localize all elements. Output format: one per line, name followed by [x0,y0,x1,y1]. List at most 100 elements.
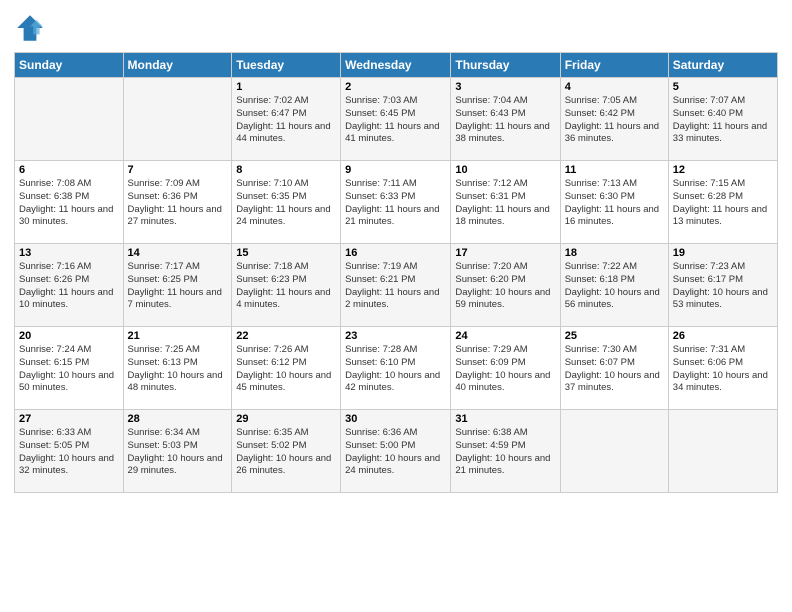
calendar-cell: 16 Sunrise: 7:19 AM Sunset: 6:21 PM Dayli… [341,244,451,327]
calendar-cell: 12 Sunrise: 7:15 AM Sunset: 6:28 PM Dayli… [668,161,777,244]
day-info: Sunrise: 7:28 AM Sunset: 6:10 PM Dayligh… [345,344,446,395]
day-number: 10 [455,164,555,176]
day-number: 27 [19,413,119,425]
day-info: Sunrise: 7:20 AM Sunset: 6:20 PM Dayligh… [455,261,555,312]
day-info: Sunrise: 6:35 AM Sunset: 5:02 PM Dayligh… [236,427,336,478]
calendar-cell: 5Sunrise: 7:07 AM Sunset: 6:40 PM Daylig… [668,78,777,161]
calendar-cell [15,78,124,161]
day-info: Sunrise: 7:03 AM Sunset: 6:45 PM Dayligh… [345,95,446,146]
day-info: Sunrise: 7:10 AM Sunset: 6:35 PM Dayligh… [236,178,336,229]
calendar-header-thursday: Thursday [451,53,560,78]
day-info: Sunrise: 7:05 AM Sunset: 6:42 PM Dayligh… [565,95,664,146]
calendar-cell: 20 Sunrise: 7:24 AM Sunset: 6:15 PM Dayli… [15,327,124,410]
header [14,12,778,44]
day-number: 28 [128,413,228,425]
day-number: 16 [345,247,446,259]
day-info: Sunrise: 7:26 AM Sunset: 6:12 PM Dayligh… [236,344,336,395]
calendar-cell: 29Sunrise: 6:35 AM Sunset: 5:02 PM Dayli… [232,410,341,493]
day-info: Sunrise: 7:22 AM Sunset: 6:18 PM Dayligh… [565,261,664,312]
day-number: 23 [345,330,446,342]
calendar-cell: 10 Sunrise: 7:12 AM Sunset: 6:31 PM Dayli… [451,161,560,244]
day-info: Sunrise: 7:25 AM Sunset: 6:13 PM Dayligh… [128,344,228,395]
calendar-cell: 21 Sunrise: 7:25 AM Sunset: 6:13 PM Dayli… [123,327,232,410]
day-number: 21 [128,330,228,342]
day-info: Sunrise: 7:11 AM Sunset: 6:33 PM Dayligh… [345,178,446,229]
calendar-header-saturday: Saturday [668,53,777,78]
day-number: 8 [236,164,336,176]
calendar-table: SundayMondayTuesdayWednesdayThursdayFrid… [14,52,778,493]
calendar-cell [668,410,777,493]
day-info: Sunrise: 7:23 AM Sunset: 6:17 PM Dayligh… [673,261,773,312]
day-info: Sunrise: 7:19 AM Sunset: 6:21 PM Dayligh… [345,261,446,312]
calendar-cell: 22 Sunrise: 7:26 AM Sunset: 6:12 PM Dayli… [232,327,341,410]
calendar-cell [123,78,232,161]
day-number: 18 [565,247,664,259]
day-number: 30 [345,413,446,425]
day-number: 12 [673,164,773,176]
calendar-cell: 8 Sunrise: 7:10 AM Sunset: 6:35 PM Daylig… [232,161,341,244]
calendar-header-row: SundayMondayTuesdayWednesdayThursdayFrid… [15,53,778,78]
day-number: 14 [128,247,228,259]
calendar-cell: 15 Sunrise: 7:18 AM Sunset: 6:23 PM Dayli… [232,244,341,327]
day-info: Sunrise: 7:18 AM Sunset: 6:23 PM Dayligh… [236,261,336,312]
day-number: 31 [455,413,555,425]
day-info: Sunrise: 6:34 AM Sunset: 5:03 PM Dayligh… [128,427,228,478]
calendar-cell: 6 Sunrise: 7:08 AM Sunset: 6:38 PM Daylig… [15,161,124,244]
day-number: 4 [565,81,664,93]
day-number: 25 [565,330,664,342]
day-number: 13 [19,247,119,259]
day-number: 19 [673,247,773,259]
day-info: Sunrise: 7:24 AM Sunset: 6:15 PM Dayligh… [19,344,119,395]
page-container: SundayMondayTuesdayWednesdayThursdayFrid… [0,0,792,612]
day-number: 26 [673,330,773,342]
calendar-cell: 18 Sunrise: 7:22 AM Sunset: 6:18 PM Dayli… [560,244,668,327]
calendar-week-1: 1Sunrise: 7:02 AM Sunset: 6:47 PM Daylig… [15,78,778,161]
calendar-cell: 4 Sunrise: 7:05 AM Sunset: 6:42 PM Daylig… [560,78,668,161]
day-info: Sunrise: 7:17 AM Sunset: 6:25 PM Dayligh… [128,261,228,312]
calendar-cell: 23 Sunrise: 7:28 AM Sunset: 6:10 PM Dayli… [341,327,451,410]
day-info: Sunrise: 7:13 AM Sunset: 6:30 PM Dayligh… [565,178,664,229]
day-number: 15 [236,247,336,259]
calendar-cell: 14 Sunrise: 7:17 AM Sunset: 6:25 PM Dayli… [123,244,232,327]
calendar-header-friday: Friday [560,53,668,78]
calendar-cell: 1Sunrise: 7:02 AM Sunset: 6:47 PM Daylig… [232,78,341,161]
calendar-cell: 30 Sunrise: 6:36 AM Sunset: 5:00 PM Dayli… [341,410,451,493]
day-number: 24 [455,330,555,342]
day-info: Sunrise: 7:30 AM Sunset: 6:07 PM Dayligh… [565,344,664,395]
day-number: 22 [236,330,336,342]
calendar-header-sunday: Sunday [15,53,124,78]
day-info: Sunrise: 7:31 AM Sunset: 6:06 PM Dayligh… [673,344,773,395]
calendar-week-4: 20 Sunrise: 7:24 AM Sunset: 6:15 PM Dayli… [15,327,778,410]
day-number: 11 [565,164,664,176]
day-info: Sunrise: 7:02 AM Sunset: 6:47 PM Dayligh… [236,95,336,146]
day-info: Sunrise: 7:04 AM Sunset: 6:43 PM Dayligh… [455,95,555,146]
calendar-cell: 7Sunrise: 7:09 AM Sunset: 6:36 PM Daylig… [123,161,232,244]
day-info: Sunrise: 7:29 AM Sunset: 6:09 PM Dayligh… [455,344,555,395]
calendar-week-3: 13 Sunrise: 7:16 AM Sunset: 6:26 PM Dayli… [15,244,778,327]
day-number: 9 [345,164,446,176]
calendar-week-2: 6 Sunrise: 7:08 AM Sunset: 6:38 PM Daylig… [15,161,778,244]
day-info: Sunrise: 7:16 AM Sunset: 6:26 PM Dayligh… [19,261,119,312]
calendar-cell: 24 Sunrise: 7:29 AM Sunset: 6:09 PM Dayli… [451,327,560,410]
day-info: Sunrise: 7:08 AM Sunset: 6:38 PM Dayligh… [19,178,119,229]
calendar-cell: 31 Sunrise: 6:38 AM Sunset: 4:59 PM Dayli… [451,410,560,493]
logo-icon [14,12,46,44]
day-info: Sunrise: 6:33 AM Sunset: 5:05 PM Dayligh… [19,427,119,478]
logo [14,12,48,44]
calendar-cell: 26 Sunrise: 7:31 AM Sunset: 6:06 PM Dayli… [668,327,777,410]
day-info: Sunrise: 6:36 AM Sunset: 5:00 PM Dayligh… [345,427,446,478]
day-info: Sunrise: 7:12 AM Sunset: 6:31 PM Dayligh… [455,178,555,229]
calendar-cell [560,410,668,493]
day-info: Sunrise: 7:15 AM Sunset: 6:28 PM Dayligh… [673,178,773,229]
calendar-cell: 17Sunrise: 7:20 AM Sunset: 6:20 PM Dayli… [451,244,560,327]
day-number: 2 [345,81,446,93]
calendar-header-wednesday: Wednesday [341,53,451,78]
calendar-header-tuesday: Tuesday [232,53,341,78]
calendar-cell: 3Sunrise: 7:04 AM Sunset: 6:43 PM Daylig… [451,78,560,161]
day-info: Sunrise: 6:38 AM Sunset: 4:59 PM Dayligh… [455,427,555,478]
day-number: 5 [673,81,773,93]
calendar-cell: 11 Sunrise: 7:13 AM Sunset: 6:30 PM Dayli… [560,161,668,244]
calendar-week-5: 27 Sunrise: 6:33 AM Sunset: 5:05 PM Dayli… [15,410,778,493]
day-number: 6 [19,164,119,176]
day-number: 20 [19,330,119,342]
